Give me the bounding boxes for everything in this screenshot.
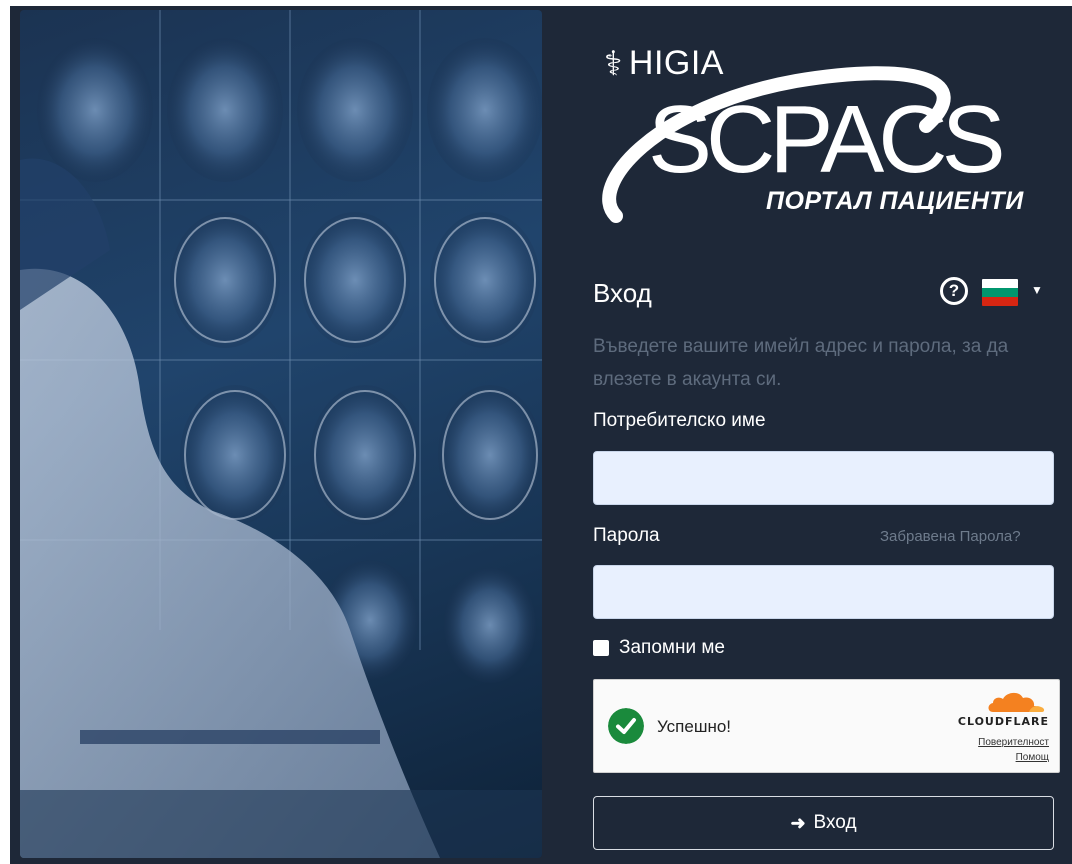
password-label: Парола bbox=[593, 525, 660, 546]
check-circle-icon bbox=[608, 708, 644, 744]
portal-subtitle: ПОРТАЛ ПАЦИЕНТИ bbox=[766, 187, 1024, 215]
cloudflare-brand: CLOUDFLARE bbox=[957, 715, 1049, 728]
remember-me[interactable]: Запомни ме bbox=[593, 637, 725, 659]
login-description: Въведете вашите имейл адрес и парола, за… bbox=[593, 336, 1009, 390]
cloudflare-cloud-icon bbox=[988, 692, 1045, 712]
hero-image bbox=[20, 10, 542, 858]
product-name: SCPACS bbox=[648, 86, 1006, 193]
sign-in-icon: ➜ bbox=[790, 812, 806, 833]
help-circle-icon[interactable]: ? bbox=[940, 277, 968, 305]
help-link[interactable]: Помощ bbox=[1016, 752, 1049, 763]
login-title: Вход bbox=[593, 278, 652, 308]
captcha-status: Успешно! bbox=[657, 717, 732, 736]
forgot-password-link[interactable]: Забравена Парола? bbox=[880, 528, 1021, 545]
remember-me-checkbox[interactable] bbox=[593, 640, 609, 656]
chevron-down-icon[interactable]: ▼ bbox=[1031, 283, 1043, 297]
username-label: Потребителско име bbox=[593, 410, 766, 431]
login-button-label: Вход bbox=[813, 812, 857, 833]
privacy-link[interactable]: Поверителност bbox=[978, 737, 1049, 748]
password-input[interactable] bbox=[593, 565, 1054, 619]
bulgarian-flag-icon[interactable] bbox=[982, 279, 1018, 306]
login-button[interactable]: ➜ Вход bbox=[593, 796, 1054, 850]
username-input[interactable] bbox=[593, 451, 1054, 505]
captcha-widget[interactable]: Успешно! CLOUDFLARE Поверителност Помощ bbox=[593, 679, 1060, 773]
remember-me-label: Запомни ме bbox=[619, 637, 725, 658]
